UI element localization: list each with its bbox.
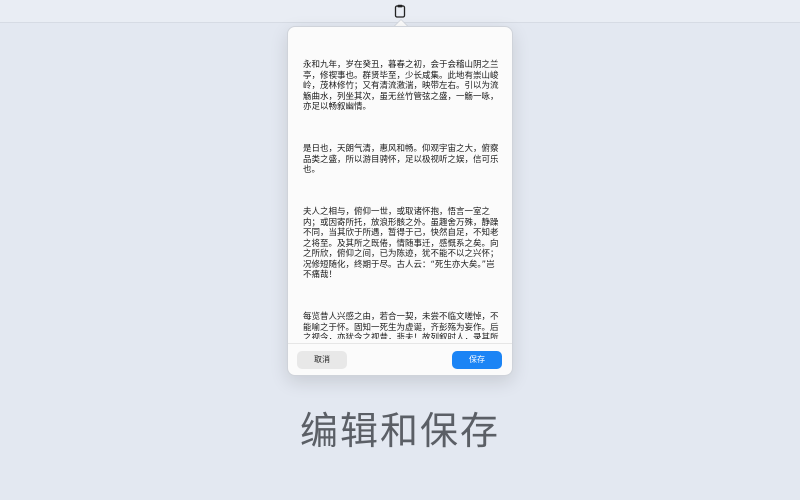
feature-caption: 编辑和保存: [299, 409, 500, 453]
divider: [288, 343, 512, 344]
editor-paragraph: 是日也，天朗气清，惠风和畅。仰观宇宙之大，俯察品类之盛，所以游目骋怀，足以极视听…: [303, 144, 499, 175]
editor-paragraph: 永和九年，岁在癸丑，暮春之初，会于会稽山阴之兰亭，修禊事也。群贤毕至，少长咸集。…: [303, 60, 499, 112]
clipboard-icon[interactable]: [394, 4, 406, 18]
editor-paragraph: 每览昔人兴感之由，若合一契，未尝不临文嗟悼，不能喻之于怀。固知一死生为虚诞，齐彭…: [303, 312, 499, 339]
save-button[interactable]: 保存: [452, 351, 502, 369]
text-editor[interactable]: 永和九年，岁在癸丑，暮春之初，会于会稽山阴之兰亭，修禊事也。群贤毕至，少长咸集。…: [303, 39, 499, 339]
editor-paragraph: 夫人之相与，俯仰一世，或取诸怀抱，悟言一室之内；或因寄所托，放浪形骸之外。虽趣舍…: [303, 207, 499, 280]
cancel-button[interactable]: 取消: [297, 351, 347, 369]
editor-popover: 永和九年，岁在癸丑，暮春之初，会于会稽山阴之兰亭，修禊事也。群贤毕至，少长咸集。…: [287, 26, 513, 376]
